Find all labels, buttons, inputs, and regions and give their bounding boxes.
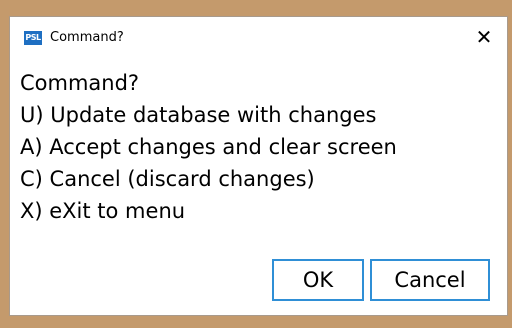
ok-button[interactable]: OK <box>272 259 364 301</box>
option-accept: A) Accept changes and clear screen <box>20 135 397 159</box>
option-exit: X) eXit to menu <box>20 199 186 223</box>
option-cancel: C) Cancel (discard changes) <box>20 167 315 191</box>
command-dialog: PSL Command? ✕ Command? U) Update databa… <box>9 16 508 316</box>
dialog-message: Command? U) Update database with changes… <box>20 67 500 227</box>
cancel-button[interactable]: Cancel <box>370 259 490 301</box>
app-icon: PSL <box>24 31 42 45</box>
window-title: Command? <box>50 30 124 45</box>
close-button[interactable]: ✕ <box>461 17 507 57</box>
title-bar[interactable]: PSL Command? ✕ <box>10 17 507 61</box>
option-update: U) Update database with changes <box>20 103 377 127</box>
message-heading: Command? <box>20 71 140 95</box>
